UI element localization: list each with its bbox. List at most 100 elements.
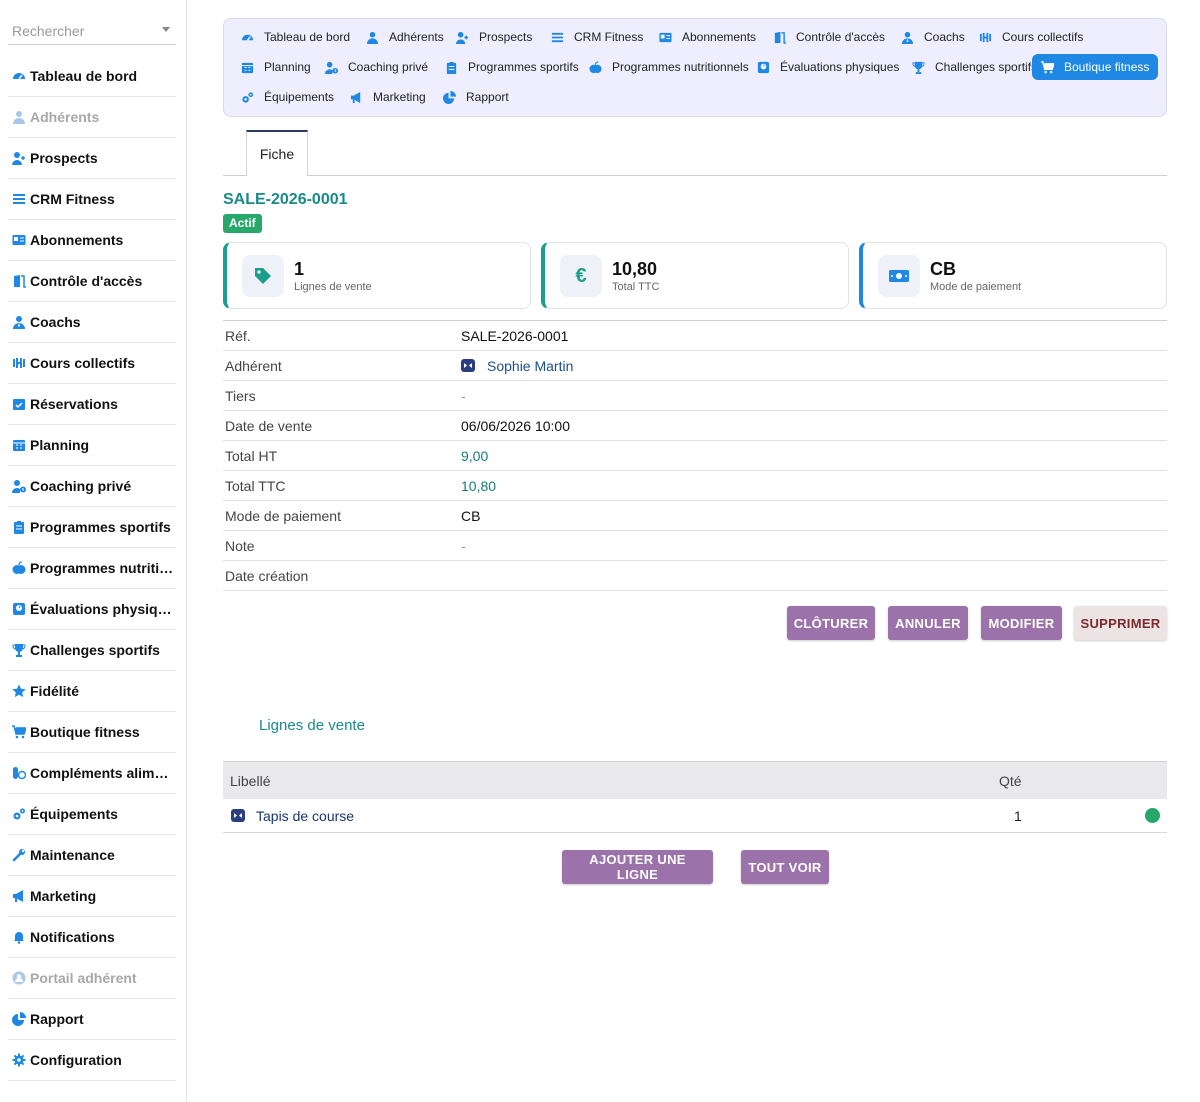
sidebar-item-label: Évaluations physiques bbox=[30, 601, 176, 617]
sidebar: Tableau de bord Adhérents Prospects CRM Fit… bbox=[0, 0, 187, 1102]
sidebar-item-8[interactable]: Réservations bbox=[8, 384, 176, 425]
megaphone-icon bbox=[12, 889, 26, 903]
sidebar-item-label: Programmes sportifs bbox=[30, 519, 171, 535]
clipboard-icon bbox=[12, 520, 26, 534]
sidebar-item-2[interactable]: Prospects bbox=[8, 138, 176, 179]
topnav-item-2[interactable]: Prospects bbox=[447, 24, 541, 50]
trophy-icon bbox=[912, 61, 930, 74]
detail-value-text: SALE-2026-0001 bbox=[461, 327, 569, 344]
topnav-item-label: Programmes nutritionnels bbox=[612, 60, 749, 74]
sidebar-item-label: Boutique fitness bbox=[30, 724, 140, 740]
sidebar-item-3[interactable]: CRM Fitness bbox=[8, 179, 176, 220]
detail-value-text: 9,00 bbox=[461, 447, 489, 464]
sidebar-item-22[interactable]: Portail adhérent bbox=[8, 958, 176, 999]
topnav-item-label: Coaching privé bbox=[348, 60, 429, 74]
sidebar-item-10[interactable]: Coaching privé bbox=[8, 466, 176, 507]
topnav-item-label: Équipements bbox=[264, 90, 335, 104]
stat-label: Total TTC bbox=[612, 281, 660, 293]
topnav-item-9[interactable]: Coaching privé bbox=[316, 54, 437, 80]
detail-key: Réf. bbox=[225, 327, 251, 344]
weight-icon bbox=[757, 61, 775, 74]
topnav-item-4[interactable]: Abonnements bbox=[650, 24, 765, 50]
topnav-item-10[interactable]: Programmes sportifs bbox=[436, 54, 588, 80]
topnav-item-7[interactable]: Cours collectifs bbox=[970, 24, 1092, 50]
close-record-button[interactable]: CLÔTURER bbox=[787, 606, 875, 640]
chevron-down-icon[interactable] bbox=[162, 27, 170, 32]
topnav-item-14[interactable]: Boutique fitness bbox=[1032, 54, 1159, 80]
sidebar-item-1[interactable]: Adhérents bbox=[8, 97, 176, 138]
detail-key: Mode de paiement bbox=[225, 507, 341, 524]
id-card-icon bbox=[659, 31, 677, 44]
sidebar-item-15[interactable]: Fidélité bbox=[8, 671, 176, 712]
topnav-item-13[interactable]: Challenges sportifs bbox=[903, 54, 1046, 80]
search-select[interactable] bbox=[8, 20, 176, 45]
detail-value: 10,80 bbox=[461, 478, 496, 494]
detail-key: Note bbox=[225, 537, 255, 554]
topnav-item-17[interactable]: Rapport bbox=[434, 84, 518, 110]
pie-chart-icon bbox=[12, 1012, 26, 1026]
see-all-button[interactable]: TOUT VOIR bbox=[741, 850, 829, 884]
topnav-item-label: Prospects bbox=[479, 30, 533, 44]
topnav-item-label: Abonnements bbox=[682, 30, 757, 44]
user-plus-icon bbox=[12, 151, 26, 165]
topnav-item-8[interactable]: Planning bbox=[232, 54, 320, 80]
edit-button[interactable]: MODIFIER bbox=[981, 606, 1062, 640]
sidebar-item-23[interactable]: Rapport bbox=[8, 999, 176, 1040]
sidebar-item-14[interactable]: Challenges sportifs bbox=[8, 630, 176, 671]
detail-value-text: CB bbox=[461, 507, 481, 524]
sidebar-item-18[interactable]: Équipements bbox=[8, 794, 176, 835]
sidebar-item-4[interactable]: Abonnements bbox=[8, 220, 176, 261]
section-title-lines[interactable]: Lignes de vente bbox=[259, 717, 365, 734]
sidebar-item-19[interactable]: Maintenance bbox=[8, 835, 176, 876]
stat-label: Lignes de vente bbox=[294, 281, 372, 293]
add-line-button[interactable]: AJOUTER UNE LIGNE bbox=[562, 850, 713, 884]
sidebar-item-16[interactable]: Boutique fitness bbox=[8, 712, 176, 753]
column-header-label: Libellé bbox=[230, 772, 271, 789]
sidebar-item-21[interactable]: Notifications bbox=[8, 917, 176, 958]
topnav-item-5[interactable]: Contrôle d'accès bbox=[764, 24, 894, 50]
topnav-item-1[interactable]: Adhérents bbox=[357, 24, 453, 50]
trophy-icon bbox=[12, 643, 26, 657]
delete-button[interactable]: SUPPRIMER bbox=[1074, 606, 1167, 640]
sidebar-item-9[interactable]: Planning bbox=[8, 425, 176, 466]
sidebar-item-17[interactable]: Compléments alime… bbox=[8, 753, 176, 794]
sidebar-item-0[interactable]: Tableau de bord bbox=[8, 56, 176, 97]
topnav-item-6[interactable]: Coachs bbox=[892, 24, 974, 50]
search-input[interactable] bbox=[8, 20, 161, 42]
detail-value[interactable]: Sophie Martin bbox=[461, 358, 573, 374]
tag-icon bbox=[242, 255, 284, 297]
sidebar-item-20[interactable]: Marketing bbox=[8, 876, 176, 917]
sidebar-item-label: Planning bbox=[30, 437, 90, 453]
stat-value: CB bbox=[930, 259, 956, 279]
topnav-item-11[interactable]: Programmes nutritionnels bbox=[580, 54, 758, 80]
line-label-link[interactable]: Tapis de course bbox=[256, 808, 354, 824]
sidebar-item-6[interactable]: Coachs bbox=[8, 302, 176, 343]
user-clock-icon bbox=[325, 61, 343, 74]
sidebar-item-13[interactable]: Évaluations physiques bbox=[8, 589, 176, 630]
topnav-item-12[interactable]: Évaluations physiques bbox=[748, 54, 908, 80]
table-row[interactable]: Tapis de course 1 bbox=[223, 799, 1167, 833]
page-title: SALE-2026-0001 bbox=[223, 191, 348, 208]
sidebar-item-label: Cours collectifs bbox=[30, 355, 136, 371]
wrench-icon bbox=[12, 848, 26, 862]
topnav-item-16[interactable]: Marketing bbox=[341, 84, 435, 110]
sidebar-item-7[interactable]: Cours collectifs bbox=[8, 343, 176, 384]
sidebar-item-label: Réservations bbox=[30, 396, 118, 412]
detail-key: Date création bbox=[225, 567, 309, 584]
sidebar-item-12[interactable]: Programmes nutritio… bbox=[8, 548, 176, 589]
detail-value-text[interactable]: Sophie Martin bbox=[487, 358, 573, 374]
sidebar-item-24[interactable]: Configuration bbox=[8, 1040, 176, 1081]
topnav-item-3[interactable]: CRM Fitness bbox=[542, 24, 652, 50]
cancel-record-button[interactable]: ANNULER bbox=[888, 606, 968, 640]
user-plus-icon bbox=[456, 31, 474, 44]
apple-icon bbox=[12, 561, 26, 575]
euro-icon: € bbox=[560, 255, 602, 297]
sidebar-item-11[interactable]: Programmes sportifs bbox=[8, 507, 176, 548]
tab-fiche[interactable]: Fiche bbox=[246, 130, 308, 176]
topnav-item-15[interactable]: Équipements bbox=[232, 84, 343, 110]
topnav-item-0[interactable]: Tableau de bord bbox=[232, 24, 359, 50]
line-qty: 1 bbox=[1014, 807, 1022, 824]
sidebar-item-5[interactable]: Contrôle d'accès bbox=[8, 261, 176, 302]
avatar-icon bbox=[461, 359, 475, 372]
door-icon bbox=[12, 274, 26, 288]
